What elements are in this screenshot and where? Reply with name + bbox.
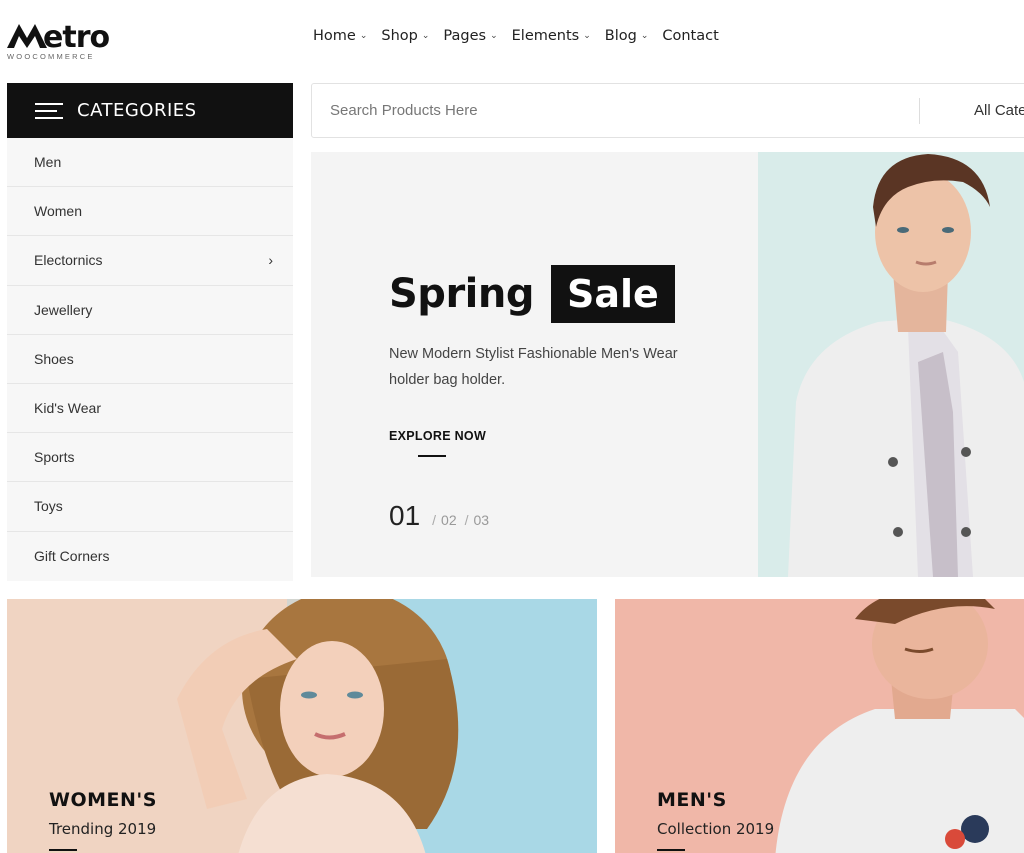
chevron-down-icon: ⌄ [583,31,591,41]
hero-title-highlight: Sale [551,265,675,323]
promo-banner-men[interactable]: MEN'S Collection 2019 [615,599,1024,853]
category-item-kids-wear[interactable]: Kid's Wear [7,384,293,434]
category-item-women[interactable]: Women [7,187,293,237]
cta-underline [418,455,446,457]
nav-item-home[interactable]: Home ⌄ [313,28,367,44]
promo-subtitle: Collection 2019 [657,820,775,838]
pager-separator: / [464,512,469,528]
nav-label: Blog [604,28,637,44]
search-category-select[interactable]: All Categories [974,84,1024,137]
slider-pager: 01 / 02 / 03 [389,500,497,532]
nav-label: Pages [443,28,487,44]
nav-item-pages[interactable]: Pages ⌄ [443,28,497,44]
hero-description: New Modern Stylist Fashionable Men's Wea… [389,346,678,388]
category-label: Shoes [34,350,74,367]
promo-subtitle: Trending 2019 [49,820,157,838]
category-label: Gift Corners [34,548,110,565]
hero-model-image [758,152,1024,577]
brand-logo[interactable]: etro WOOCOMMERCE [7,18,127,64]
menu-icon [35,102,63,120]
categories-list: Men Women Electornics › Jewellery Shoes K… [7,138,293,581]
pager-separator: / [432,512,437,528]
nav-label: Shop [381,28,418,44]
male-model-illustration [615,599,1024,853]
category-item-gift-corners[interactable]: Gift Corners [7,532,293,581]
chevron-down-icon: ⌄ [640,31,649,41]
chevron-down-icon: ⌄ [490,31,498,41]
nav-item-blog[interactable]: Blog ⌄ [605,28,649,44]
category-item-men[interactable]: Men [7,138,293,188]
promo-underline [657,849,685,851]
category-label: Toys [34,498,63,515]
nav-label: Contact [662,28,719,44]
promo-banner-women[interactable]: WOMEN'S Trending 2019 [7,599,597,853]
slide-page[interactable]: 02 [441,512,457,528]
slide-page[interactable]: 03 [474,512,490,528]
category-item-electronics[interactable]: Electornics › [7,236,293,286]
promo-underline [49,849,77,851]
main-nav: Home ⌄ Shop ⌄ Pages ⌄ Elements ⌄ Blog ⌄ … [313,28,733,44]
nav-label: Home [313,28,356,44]
chevron-right-icon: › [268,252,273,269]
slide-current[interactable]: 01 [389,500,420,532]
logo-m-icon [7,24,47,48]
promo-heading: WOMEN'S [49,789,157,811]
nav-item-elements[interactable]: Elements ⌄ [512,28,591,44]
category-label: Men [34,154,62,171]
search-bar: All Categories [311,83,1024,138]
hero-title: Spring Sale [389,265,675,323]
hero-slider: Spring Sale New Modern Stylist Fashionab… [311,152,1024,577]
categories-header[interactable]: CATEGORIES [7,83,293,138]
chevron-down-icon: ⌄ [421,31,430,41]
search-divider [919,98,920,124]
category-label: Women [34,203,82,220]
category-item-jewellery[interactable]: Jewellery [7,286,293,335]
brand-subtitle: WOOCOMMERCE [7,52,95,61]
category-item-shoes[interactable]: Shoes [7,335,293,384]
chevron-down-icon: ⌄ [359,31,368,41]
category-label: Electornics [34,252,103,269]
search-input[interactable] [312,84,918,137]
male-model-illustration [758,152,1024,577]
explore-now-link[interactable]: EXPLORE NOW [389,429,486,443]
category-label: Jewellery [34,301,93,318]
nav-item-contact[interactable]: Contact [662,28,718,44]
categories-title: CATEGORIES [77,100,197,121]
category-label: Kid's Wear [34,400,101,417]
hero-title-word: Spring [389,271,535,317]
category-item-toys[interactable]: Toys [7,482,293,532]
category-label: Sports [34,449,75,466]
nav-label: Elements [511,28,580,44]
category-item-sports[interactable]: Sports [7,433,293,483]
promo-heading: MEN'S [657,789,727,811]
female-model-illustration [7,599,597,853]
nav-item-shop[interactable]: Shop ⌄ [381,28,429,44]
